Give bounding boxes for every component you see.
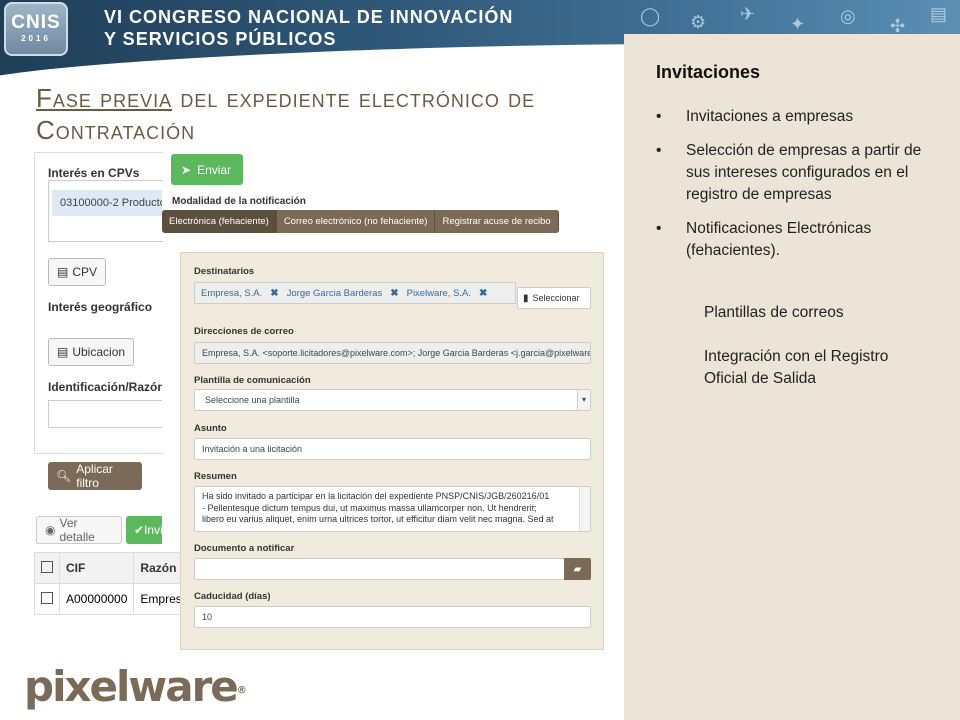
companies-table: CIF Razón A00000000 Empresa: [34, 552, 196, 615]
cpv-label: Interés en CPVs: [48, 166, 140, 180]
template-select[interactable]: Seleccione una plantilla ▾: [194, 389, 591, 411]
ident-input[interactable]: [48, 400, 162, 428]
recipients-label: Destinatarios: [194, 266, 255, 277]
expiry-input[interactable]: 10: [194, 606, 591, 628]
globe-icon: ◯: [640, 6, 661, 26]
congress-title: VI CONGRESO NACIONAL DE INNOVACIÓN Y SER…: [104, 7, 514, 49]
recipient-tag[interactable]: Empresa, S.A. ✖: [201, 288, 279, 299]
modality-option-acknowledgment[interactable]: Registrar acuse de recibo: [435, 210, 559, 233]
template-label: Plantilla de comunicación: [194, 375, 311, 386]
search-icon: 🔍︎: [56, 469, 72, 483]
list-item: • Invitaciones a empresas: [656, 108, 854, 125]
column-header[interactable]: CIF: [58, 552, 135, 584]
select-recipients-button[interactable]: ▮ Seleccionar: [517, 287, 591, 309]
check-icon: ✔: [134, 523, 145, 537]
ident-label: Identificación/Razón: [48, 380, 162, 394]
globe-icon: ◎: [840, 6, 856, 26]
table-row[interactable]: A00000000 Empresa: [34, 583, 196, 615]
geo-label: Interés geográfico: [48, 300, 153, 314]
star-icon: ✦: [790, 14, 806, 34]
list-item: • Notificaciones Electrónicas (fehaciente…: [656, 220, 872, 259]
summary-textarea[interactable]: Ha sido invitado a participar en la lici…: [194, 486, 591, 532]
pixelware-logo: pixelware®: [24, 662, 247, 711]
row-checkbox[interactable]: [41, 591, 53, 604]
modality-option-email[interactable]: Correo electrónico (no fehaciente): [276, 210, 436, 233]
modality-option-electronic[interactable]: Electrónica (fehaciente): [162, 210, 277, 233]
remove-icon[interactable]: ✖: [270, 288, 278, 299]
sub-item: Plantillas de correos: [704, 304, 844, 321]
view-detail-button[interactable]: ◉ Ver detalle: [36, 516, 122, 544]
paper-plane-icon: ➤: [181, 162, 192, 177]
document-label: Documento a notificar: [194, 543, 295, 554]
send-button[interactable]: ➤ Enviar: [171, 154, 243, 185]
info-bullet-list: • Invitaciones a empresas • Selección de e…: [656, 106, 946, 274]
book-icon: ▮: [523, 292, 529, 304]
plane-icon: ✈: [740, 4, 756, 24]
recipient-tag[interactable]: Pixelware, S.A. ✖: [407, 288, 488, 299]
remove-icon[interactable]: ✖: [390, 288, 398, 299]
eye-icon: ◉: [45, 523, 56, 537]
table-cell: A00000000: [58, 583, 135, 615]
expiry-label: Caducidad (días): [194, 591, 271, 602]
list-icon: ▤: [57, 345, 69, 359]
chevron-down-icon[interactable]: ▾: [577, 390, 590, 410]
cpv-chip[interactable]: 03100000-2 Productos: [52, 190, 162, 216]
sub-item: Integración con el Registro Oficial de S…: [704, 348, 889, 387]
emails-label: Direcciones de correo: [194, 326, 294, 337]
info-heading: Invitaciones: [656, 62, 761, 82]
folder-open-icon[interactable]: ▰: [564, 558, 591, 580]
cnis-logo: CNIS 2016: [4, 2, 68, 56]
modality-label: Modalidad de la notificación: [172, 196, 306, 207]
subject-input[interactable]: Invitación a una licitación: [194, 438, 591, 460]
remove-icon[interactable]: ✖: [479, 288, 487, 299]
select-all-checkbox[interactable]: [41, 560, 53, 573]
invite-button[interactable]: ✔Invitar: [126, 516, 162, 544]
recipients-field[interactable]: Empresa, S.A. ✖ Jorge Garcia Barderas ✖ Pi…: [194, 282, 516, 304]
textarea-scrollbar[interactable]: [579, 487, 590, 531]
emails-field: Empresa, S.A. <soporte.licitadores@pixel…: [194, 342, 591, 364]
table-header-row: CIF Razón: [34, 552, 196, 584]
summary-label: Resumen: [194, 471, 237, 482]
document-input[interactable]: [194, 558, 565, 580]
subject-label: Asunto: [194, 423, 227, 434]
slide-title: Fase previa del expediente electrónico d…: [36, 83, 536, 145]
info-panel: Invitaciones • Invitaciones a empresas • S…: [624, 34, 960, 720]
modality-selector: Electrónica (fehaciente) Correo electrón…: [162, 210, 559, 233]
list-icon: ▤: [57, 265, 69, 279]
cpv-button[interactable]: ▤ CPV: [48, 258, 106, 286]
recipient-tag[interactable]: Jorge Garcia Barderas ✖: [287, 288, 399, 299]
apply-filter-button[interactable]: 🔍︎ Aplicar filtro: [48, 462, 142, 490]
location-button[interactable]: ▤ Ubicacion: [48, 338, 134, 366]
gear-icon: ⚙: [690, 12, 707, 32]
list-item: • Selección de empresas a partir de sus i…: [656, 142, 922, 203]
chart-icon: ▤: [930, 4, 948, 24]
